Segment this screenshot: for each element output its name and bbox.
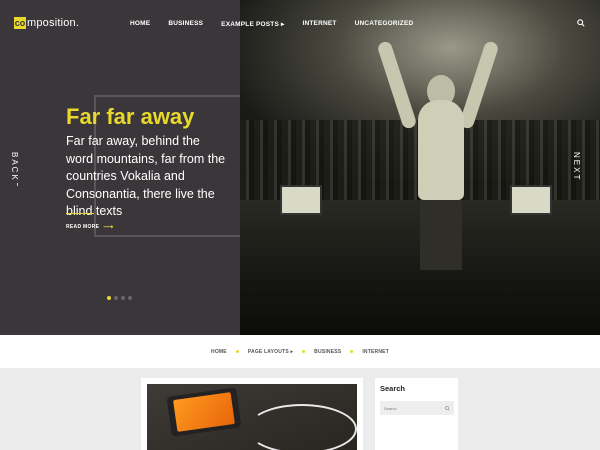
nav-item-home[interactable]: HOME <box>130 20 150 28</box>
laptop-left <box>280 185 322 215</box>
logo-mark: co <box>14 17 26 29</box>
laptop-right <box>510 185 552 215</box>
arrow-right-icon: ⟶ <box>103 224 114 231</box>
post-featured-image[interactable] <box>147 384 357 450</box>
slider-dot-3[interactable] <box>121 296 125 300</box>
slide-image <box>240 0 600 335</box>
search-icon[interactable] <box>577 19 585 27</box>
main-nav: HOME BUSINESS EXAMPLE POSTS ▸ INTERNET U… <box>130 20 431 28</box>
subnav-separator <box>302 350 306 353</box>
search-widget-title: Search <box>380 384 406 393</box>
earphone-cord <box>247 404 357 450</box>
hero-slider: Far far away Far far away, behind the wo… <box>0 0 600 335</box>
sidebar-widget <box>375 436 458 450</box>
slider-dots <box>107 296 132 300</box>
nav-item-example-posts[interactable]: EXAMPLE POSTS ▸ <box>221 20 284 28</box>
subnav-item-internet[interactable]: INTERNET <box>362 349 389 355</box>
site-header: co mposition. HOME BUSINESS EXAMPLE POST… <box>0 0 600 48</box>
phone-screen <box>173 392 235 432</box>
prev-accent-mark <box>17 183 18 186</box>
post-card <box>141 378 363 450</box>
subnav-separator <box>235 350 239 353</box>
slider-prev-button[interactable]: BACK <box>10 152 19 182</box>
subnav-item-page-layouts[interactable]: PAGE LAYOUTS ▸ <box>248 349 293 355</box>
subnav-item-business[interactable]: BUSINESS <box>314 349 341 355</box>
dj-torso <box>418 100 464 200</box>
slider-dot-2[interactable] <box>114 296 118 300</box>
slider-dot-1[interactable] <box>107 296 111 300</box>
read-more-label: READ MORE <box>66 224 100 230</box>
slide-divider <box>66 213 94 214</box>
nav-item-internet[interactable]: INTERNET <box>302 20 336 28</box>
search-field <box>380 401 454 415</box>
logo-text: mposition. <box>27 17 80 29</box>
slide-text: Far far away, behind the word mountains,… <box>66 134 226 218</box>
secondary-nav: HOME PAGE LAYOUTS ▸ BUSINESS INTERNET <box>0 335 600 368</box>
site-logo[interactable]: co mposition. <box>14 17 79 29</box>
read-more-link[interactable]: READ MORE ⟶ <box>66 223 114 231</box>
search-input[interactable] <box>384 405 434 411</box>
slide-title: Far far away <box>66 104 195 129</box>
phone-illustration <box>166 387 242 437</box>
nav-item-business[interactable]: BUSINESS <box>168 20 203 28</box>
slider-next-button[interactable]: NEXT <box>572 152 581 181</box>
subnav-item-home[interactable]: HOME <box>211 349 227 355</box>
search-submit-icon[interactable] <box>445 405 450 411</box>
subnav-separator <box>350 350 354 353</box>
dj-legs <box>420 200 462 270</box>
nav-item-uncategorized[interactable]: UNCATEGORIZED <box>355 20 414 28</box>
dj-figure <box>376 40 500 270</box>
slider-dot-4[interactable] <box>128 296 132 300</box>
